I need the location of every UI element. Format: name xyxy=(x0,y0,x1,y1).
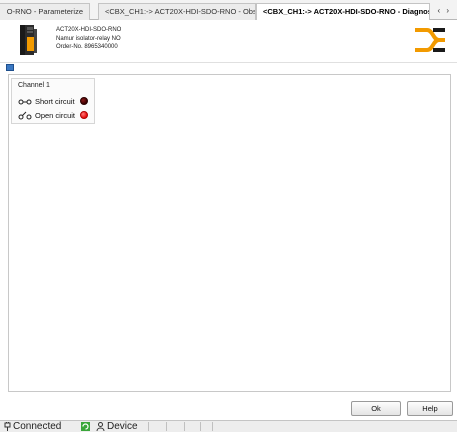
status-divider xyxy=(212,422,213,431)
ok-button[interactable]: Ok xyxy=(351,401,401,416)
tab-bar: O-RNO - Parameterize <CBX_CH1:-> ACT20X-… xyxy=(0,0,457,21)
short-circuit-led xyxy=(80,97,88,105)
tab-diagnosis[interactable]: <CBX_CH1:-> ACT20X-HDI-SDO-RNO - Diagnos… xyxy=(256,3,430,21)
device-status: Device xyxy=(107,421,138,432)
channel-group: Channel 1 Short circuit Open circuit xyxy=(11,78,95,124)
device-name: ACT20X-HDI-SDO-RNO xyxy=(56,27,122,33)
toolbar xyxy=(0,62,457,73)
help-button[interactable]: Help xyxy=(407,401,453,416)
device-header: ACT20X-HDI-SDO-RNO Namur isolator-relay … xyxy=(0,20,457,62)
short-circuit-label: Short circuit xyxy=(35,97,75,106)
tab-scroll-arrows[interactable]: ‹ › xyxy=(437,3,451,18)
diagnosis-panel: Channel 1 Short circuit Open circuit xyxy=(8,74,451,392)
tab-parameterize[interactable]: O-RNO - Parameterize xyxy=(0,3,90,20)
device-order-no: Order-No. 8965340000 xyxy=(56,44,118,50)
connection-plug-icon xyxy=(4,422,11,431)
refresh-icon[interactable] xyxy=(81,422,90,431)
open-circuit-icon xyxy=(18,111,32,120)
connection-status: Connected xyxy=(13,421,62,432)
open-circuit-label: Open circuit xyxy=(35,111,76,120)
open-circuit-led xyxy=(80,111,88,119)
device-info: ACT20X-HDI-SDO-RNO Namur isolator-relay … xyxy=(56,26,121,52)
channel-title: Channel 1 xyxy=(18,82,50,89)
device-description: Namur isolator-relay NO xyxy=(56,35,121,42)
status-divider xyxy=(148,422,149,431)
status-divider xyxy=(184,422,185,431)
device-module-icon xyxy=(20,25,37,55)
device-person-icon xyxy=(96,422,105,431)
brand-logo-icon xyxy=(415,28,445,52)
status-divider xyxy=(200,422,201,431)
window-icon[interactable] xyxy=(6,64,14,71)
tab-observe[interactable]: <CBX_CH1:-> ACT20X-HDI-SDO-RNO - Observe xyxy=(98,3,256,20)
status-divider xyxy=(166,422,167,431)
status-bar: Connected Device xyxy=(0,420,457,432)
short-circuit-icon xyxy=(18,99,32,105)
